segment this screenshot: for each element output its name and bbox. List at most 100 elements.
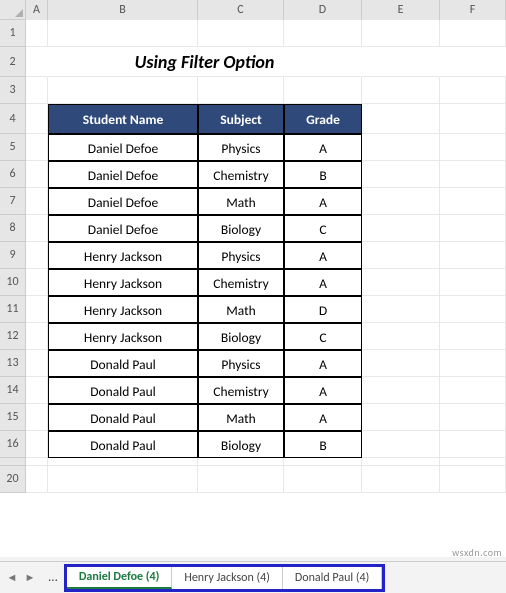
- cell-subject[interactable]: Math: [198, 296, 284, 323]
- sheet-tab-donald[interactable]: Donald Paul (4): [283, 567, 382, 589]
- cell-grade[interactable]: A: [284, 134, 362, 161]
- cell[interactable]: [440, 104, 506, 134]
- cell[interactable]: [26, 350, 48, 377]
- sheet-tab-daniel[interactable]: Daniel Defoe (4): [67, 567, 172, 589]
- cell[interactable]: [440, 47, 506, 77]
- prev-sheet-button[interactable]: ◄: [6, 571, 18, 585]
- cell-grade[interactable]: A: [284, 269, 362, 296]
- cell[interactable]: [362, 296, 440, 323]
- cell[interactable]: [26, 161, 48, 188]
- cell[interactable]: [26, 377, 48, 404]
- row-header-4[interactable]: 4: [0, 104, 26, 134]
- cell-subject[interactable]: Math: [198, 188, 284, 215]
- cell[interactable]: [362, 458, 440, 466]
- cell-subject[interactable]: Physics: [198, 350, 284, 377]
- table-header-student[interactable]: Student Name: [48, 104, 198, 134]
- cell-grade[interactable]: A: [284, 188, 362, 215]
- cell-grade[interactable]: A: [284, 377, 362, 404]
- cell-student[interactable]: Donald Paul: [48, 350, 198, 377]
- row-header-collapsed[interactable]: [0, 458, 26, 466]
- cell[interactable]: [26, 296, 48, 323]
- cell[interactable]: [362, 47, 440, 77]
- cell[interactable]: [362, 134, 440, 161]
- cell[interactable]: [362, 215, 440, 242]
- cell[interactable]: [48, 20, 198, 47]
- row-header-2[interactable]: 2: [0, 47, 26, 77]
- cell[interactable]: [198, 458, 284, 466]
- row-header-12[interactable]: 12: [0, 323, 26, 350]
- cell-subject[interactable]: Biology: [198, 323, 284, 350]
- cell[interactable]: [198, 77, 284, 104]
- cell[interactable]: [440, 215, 506, 242]
- row-header-7[interactable]: 7: [0, 188, 26, 215]
- cell-grade[interactable]: A: [284, 242, 362, 269]
- cell[interactable]: [362, 269, 440, 296]
- cell[interactable]: [26, 104, 48, 134]
- cell[interactable]: [26, 77, 48, 104]
- cell[interactable]: [284, 77, 362, 104]
- cell[interactable]: [362, 242, 440, 269]
- cell[interactable]: [362, 77, 440, 104]
- cell[interactable]: [440, 161, 506, 188]
- row-header-16[interactable]: 16: [0, 431, 26, 458]
- cell[interactable]: [440, 323, 506, 350]
- cell[interactable]: [440, 77, 506, 104]
- cell[interactable]: [362, 161, 440, 188]
- col-header-B[interactable]: B: [48, 0, 198, 20]
- row-header-9[interactable]: 9: [0, 242, 26, 269]
- cell[interactable]: [440, 242, 506, 269]
- cell-student[interactable]: Henry Jackson: [48, 269, 198, 296]
- cell[interactable]: [362, 431, 440, 458]
- cell[interactable]: [440, 134, 506, 161]
- cell[interactable]: [362, 20, 440, 47]
- cell[interactable]: [48, 466, 198, 493]
- cell-student[interactable]: Donald Paul: [48, 377, 198, 404]
- cell[interactable]: [26, 47, 48, 77]
- cell[interactable]: [440, 296, 506, 323]
- col-header-F[interactable]: F: [440, 0, 506, 20]
- cell[interactable]: [440, 404, 506, 431]
- row-header-5[interactable]: 5: [0, 134, 26, 161]
- cell-grade[interactable]: C: [284, 215, 362, 242]
- row-header-13[interactable]: 13: [0, 350, 26, 377]
- row-header-11[interactable]: 11: [0, 296, 26, 323]
- cell-student[interactable]: Henry Jackson: [48, 323, 198, 350]
- cell-student[interactable]: Donald Paul: [48, 404, 198, 431]
- cell[interactable]: [284, 466, 362, 493]
- cell-student[interactable]: Donald Paul: [48, 431, 198, 458]
- cell-subject[interactable]: Chemistry: [198, 269, 284, 296]
- cell[interactable]: [440, 377, 506, 404]
- table-header-grade[interactable]: Grade: [284, 104, 362, 134]
- cell[interactable]: [440, 466, 506, 493]
- row-header-14[interactable]: 14: [0, 377, 26, 404]
- cell[interactable]: [26, 323, 48, 350]
- cell[interactable]: [26, 134, 48, 161]
- row-header-6[interactable]: 6: [0, 161, 26, 188]
- cell[interactable]: [362, 104, 440, 134]
- cell[interactable]: [362, 466, 440, 493]
- col-header-C[interactable]: C: [198, 0, 284, 20]
- cell[interactable]: [440, 20, 506, 47]
- cell[interactable]: [440, 350, 506, 377]
- row-header-1[interactable]: 1: [0, 20, 26, 47]
- row-header-15[interactable]: 15: [0, 404, 26, 431]
- more-sheets-button[interactable]: ...: [42, 570, 64, 585]
- cell-student[interactable]: Daniel Defoe: [48, 161, 198, 188]
- cell-subject[interactable]: Physics: [198, 242, 284, 269]
- cell[interactable]: [26, 269, 48, 296]
- cell[interactable]: [198, 20, 284, 47]
- cell[interactable]: [284, 20, 362, 47]
- cell-subject[interactable]: Math: [198, 404, 284, 431]
- page-title[interactable]: Using Filter Option: [48, 47, 362, 77]
- cell[interactable]: [26, 188, 48, 215]
- cell-subject[interactable]: Biology: [198, 431, 284, 458]
- cell-student[interactable]: Henry Jackson: [48, 296, 198, 323]
- cell-subject[interactable]: Chemistry: [198, 161, 284, 188]
- cell[interactable]: [26, 431, 48, 458]
- cell-grade[interactable]: B: [284, 161, 362, 188]
- cell-grade[interactable]: D: [284, 296, 362, 323]
- next-sheet-button[interactable]: ►: [24, 571, 36, 585]
- cell[interactable]: [362, 323, 440, 350]
- cell[interactable]: [362, 350, 440, 377]
- cell-student[interactable]: Henry Jackson: [48, 242, 198, 269]
